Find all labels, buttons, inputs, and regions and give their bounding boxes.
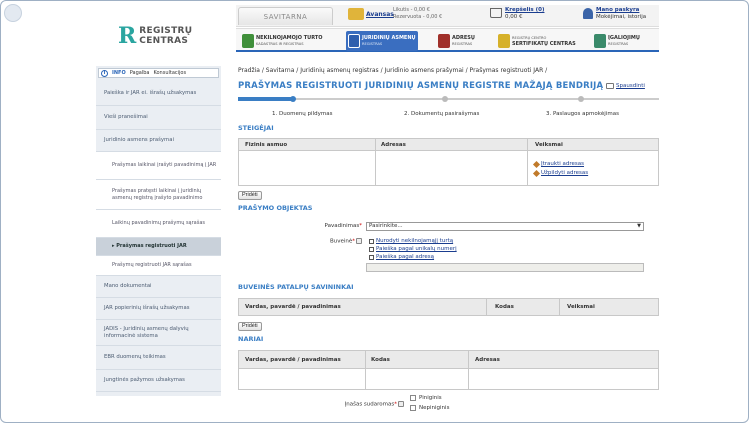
avansas-link[interactable]: Avansas: [366, 11, 394, 18]
building-icon: [348, 34, 360, 48]
breadcrumb[interactable]: Pradžia / Savitarna / Juridinių asmenų r…: [238, 67, 547, 74]
pavadinimas-select[interactable]: Pasirinkite... ▼: [366, 222, 644, 231]
link-nurodyti-turta[interactable]: Nurodyti nekilnojamąjį turtą: [369, 238, 453, 244]
buveine-label: Buveinė*: [300, 238, 362, 245]
sidebar-item-ebr[interactable]: EBR duomenų teikimas: [96, 346, 221, 370]
sidebar-item-jungtines-pazymos[interactable]: Jungtinės pažymos užsakymas: [96, 370, 221, 392]
likutis-text: Likutis - 0,00 €: [393, 7, 430, 13]
sidebar-subitem-pratesti[interactable]: Prašymas pratęsti laikinai į juridinių a…: [96, 180, 221, 210]
checkbox-nepiniginis[interactable]: Nepiniginis: [410, 405, 449, 411]
logo-mark-icon: R: [118, 23, 137, 49]
step-dot-1: [290, 96, 296, 102]
tab-savitarna[interactable]: SAVITARNA: [238, 7, 333, 25]
add-steigejas-button[interactable]: Pridėti: [238, 191, 262, 200]
module-adresu[interactable]: ADRESŲ REGISTRAS: [438, 31, 475, 51]
step-dot-2: [442, 96, 448, 102]
logo-line1: REGISTRŲ: [139, 26, 193, 36]
external-link-icon: [369, 238, 374, 244]
buveine-value-field: [366, 263, 644, 272]
sidebar-subitem-laikinu-sarasas[interactable]: Laikinų pavadinimų prašymų sąrašas: [96, 210, 221, 238]
tab-pagalba[interactable]: Pagalba: [130, 70, 150, 76]
page-title: PRAŠYMAS REGISTRUOTI JURIDINIŲ ASMENŲ RE…: [238, 81, 604, 91]
col-adresas: Adresas: [381, 142, 406, 148]
add-savininkas-button[interactable]: Pridėti: [238, 322, 262, 331]
sidebar-subitem-prasymu-sarasas[interactable]: Prašymų registruoti JAR sąrašas: [96, 256, 221, 276]
registru-centras-logo[interactable]: R REGISTRŲ CENTRAS: [118, 25, 192, 47]
address-icon: [438, 34, 450, 48]
info-tabs: i INFO Pagalba Konsultacijos: [98, 68, 219, 78]
certificate-icon: [498, 34, 510, 48]
section-buveines-savininkai: BUVEINĖS PATALPŲ SAVININKAI: [238, 283, 354, 291]
sidebar-subitem-laikinai-irasyti[interactable]: Prašymas laikinai įrašyti pavadinimą į J…: [96, 152, 221, 180]
step-label-3: 3. Paslaugos apmokėjimas: [546, 111, 619, 117]
section-nariai: NARIAI: [238, 335, 264, 343]
help-icon[interactable]: [398, 401, 404, 407]
user-info: Mano paskyra Mokėjimai, istorija: [596, 7, 646, 21]
rezervuota-text: Rezervuota - 0,00 €: [393, 14, 443, 20]
module-juridiniu-asmenu[interactable]: JURIDINIŲ ASMENŲ REGISTRAS: [346, 31, 418, 51]
printer-icon: [606, 83, 614, 89]
sidebar-item-popieriniu-israsu[interactable]: JAR popierinių išrašų užsakymas: [96, 298, 221, 320]
col-veiksmai: Veiksmai: [567, 304, 595, 310]
checkbox-piniginis[interactable]: Piniginis: [410, 395, 442, 401]
step-dot-3: [578, 96, 584, 102]
link-paieska-adresa[interactable]: Paieška pagal adresą: [369, 254, 434, 260]
col-fizinis-asmuo: Fizinis asmuo: [245, 142, 288, 148]
cart-icon: [490, 8, 502, 18]
tab-info[interactable]: INFO: [112, 70, 126, 76]
pavadinimas-label: Pavadinimas*: [324, 223, 362, 229]
logo-line2: CENTRAS: [139, 36, 189, 46]
user-icon: [583, 8, 593, 19]
col-vardas-pavarde: Vardas, pavardė / pavadinimas: [245, 304, 341, 310]
module-nekilnojamojo-turto[interactable]: NEKILNOJAMOJO TURTO KADASTRAS IR REGISTRA…: [242, 31, 323, 51]
inasas-label: Įnašas sudaromas*: [314, 401, 404, 408]
sidebar-subitem-prasymas-registruoti-jar[interactable]: ▸ Prašymas registruoti JAR: [96, 238, 221, 256]
step-label-2: 2. Dokumentų pasirašymas: [404, 111, 480, 117]
module-sertifikatu-centras[interactable]: REGISTRŲ CENTRO SERTIFIKATŲ CENTRAS: [498, 31, 576, 51]
edit-icon: [532, 160, 541, 168]
section-prasymo-objektas: PRAŠYMO OBJEKTAS: [238, 204, 313, 212]
external-link-icon: [369, 246, 374, 252]
sidebar-item-paieska[interactable]: Paieška ir JAR ei. išrašų užsakymas: [96, 82, 221, 106]
col-kodas: Kodas: [371, 357, 390, 363]
itraukti-adresas-link[interactable]: Įtraukti adresas: [532, 160, 584, 168]
col-vardas-pavarde: Vardas, pavardė / pavadinimas: [245, 357, 341, 363]
wallet-icon: [348, 8, 364, 20]
house-icon: [242, 34, 254, 48]
step-label-1: 1. Duomenų pildymas: [272, 111, 333, 117]
cart-link[interactable]: Krepšelis (0): [505, 7, 544, 13]
col-kodas: Kodas: [495, 304, 514, 310]
uzpildyti-adresas-link[interactable]: Užpildyti adresas: [532, 169, 588, 177]
chevron-down-icon: ▼: [637, 223, 641, 229]
cart-amount: 0,00 €: [505, 14, 523, 20]
col-veiksmai: Veiksmai: [535, 142, 563, 148]
edit-icon: [532, 169, 541, 177]
tab-konsultacijos[interactable]: Konsultacijos: [153, 70, 186, 76]
steigejai-table: Fizinis asmuo Adresas Veiksmai: [238, 138, 659, 186]
registry-modules: NEKILNOJAMOJO TURTO KADASTRAS IR REGISTRA…: [236, 28, 659, 52]
app-logo-icon: [4, 4, 22, 22]
savininkai-table: Vardas, pavardė / pavadinimas Kodas Veik…: [238, 298, 659, 316]
col-adresas: Adresas: [475, 357, 500, 363]
sidebar-item-jadis[interactable]: JADIS - Juridinių asmenų dalyvių informa…: [96, 320, 221, 346]
progress-steps: [238, 96, 659, 102]
external-link-icon: [369, 254, 374, 260]
help-icon[interactable]: [356, 238, 362, 244]
user-sub-text: Mokėjimai, istorija: [596, 14, 647, 20]
sidebar-item-mano-dokumentai[interactable]: Mano dokumentai: [96, 276, 221, 298]
my-account-link[interactable]: Mano paskyra: [596, 7, 639, 13]
cart-info: Krepšelis (0) 0,00 €: [505, 7, 544, 21]
module-igaliojimu[interactable]: ĮGALIOJIMŲ REGISTRAS: [594, 31, 640, 51]
authorization-icon: [594, 34, 606, 48]
sidebar-item-viesi-pranesimai[interactable]: Vieši pranešimai: [96, 106, 221, 130]
link-paieska-unikalu-numeri[interactable]: Paieška pagal unikalų numerį: [369, 246, 457, 252]
nariai-table: Vardas, pavardė / pavadinimas Kodas Adre…: [238, 350, 659, 390]
info-icon: i: [101, 69, 108, 77]
section-steigejai: STEIGĖJAI: [238, 124, 274, 132]
sidebar-item-juridinio-asmens-prasymai[interactable]: Juridinio asmens prašymai: [96, 130, 221, 152]
balance-info: Likutis - 0,00 € Rezervuota - 0,00 €: [393, 7, 442, 21]
print-link[interactable]: Spausdinti: [616, 83, 645, 89]
